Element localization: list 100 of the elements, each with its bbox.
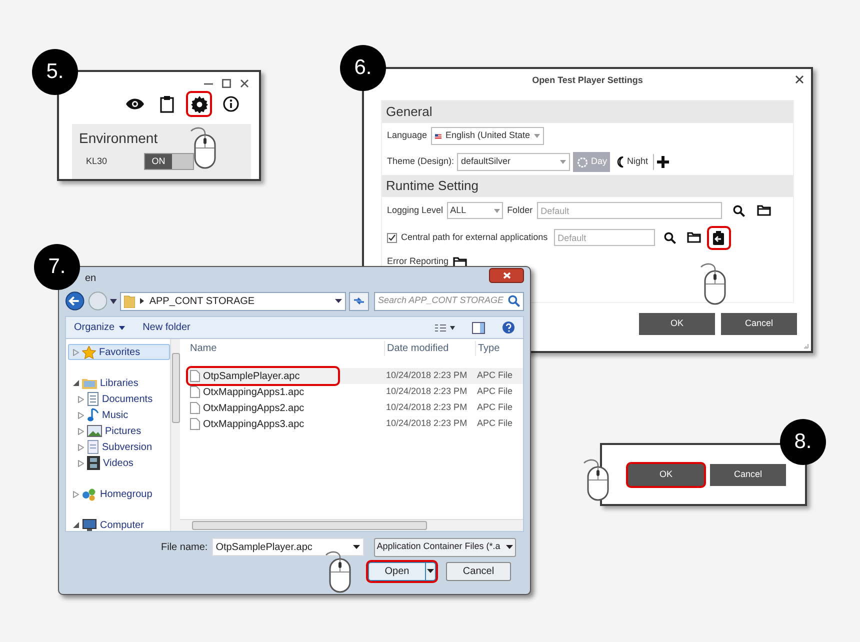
- dropdown-caret-icon: [352, 545, 360, 549]
- field-label: Language: [387, 129, 428, 142]
- folder-icon[interactable]: [756, 205, 771, 216]
- nav-item[interactable]: Homegroup: [68, 486, 170, 502]
- document-icon: [87, 440, 99, 454]
- help-icon[interactable]: [502, 321, 515, 334]
- dialog-title: Open Test Player Settings: [532, 74, 643, 88]
- vertical-scrollbar[interactable]: [170, 339, 180, 531]
- file-name-field[interactable]: OtpSamplePlayer.apc: [212, 538, 364, 556]
- sun-icon: [576, 156, 590, 168]
- caret-icon: [118, 326, 125, 330]
- expanded-arrow-icon[interactable]: [73, 380, 79, 386]
- dropdown-caret-icon: [506, 545, 513, 549]
- collapsed-arrow-icon[interactable]: [78, 460, 84, 466]
- file-icon: [190, 386, 200, 398]
- moon-icon: [615, 156, 626, 168]
- dialog-button[interactable]: Cancel: [710, 464, 786, 486]
- checkbox-label: Central path for external applications: [401, 230, 548, 244]
- nav-item[interactable]: Subversion: [68, 439, 170, 455]
- step-badge: 8.: [780, 419, 826, 465]
- new-folder-button[interactable]: New folder: [142, 320, 190, 335]
- file-icon: [190, 402, 200, 414]
- nav-item[interactable]: Music: [68, 407, 170, 423]
- step-badge: 6.: [340, 45, 386, 91]
- maximize-icon[interactable]: [222, 79, 231, 88]
- dialog-title: en: [85, 272, 96, 286]
- night-button[interactable]: Night: [613, 152, 650, 172]
- close-button[interactable]: [489, 268, 524, 283]
- close-icon[interactable]: [795, 75, 804, 84]
- nav-item[interactable]: Libraries: [68, 375, 170, 391]
- computer-icon: [82, 518, 97, 531]
- back-button-icon[interactable]: [65, 291, 85, 311]
- central-path-field[interactable]: Default: [554, 229, 655, 246]
- import-button[interactable]: [708, 228, 729, 248]
- collapsed-arrow-icon[interactable]: [78, 412, 84, 418]
- nav-item[interactable]: Computer: [68, 517, 170, 531]
- star-icon: [82, 346, 96, 358]
- view-options-icon[interactable]: [435, 324, 455, 332]
- refresh-icon: [353, 296, 366, 306]
- film-icon: [87, 456, 100, 470]
- theme-dropdown[interactable]: defaultSilver: [457, 153, 570, 171]
- open-button[interactable]: Open: [368, 562, 436, 580]
- step-badge: 7.: [34, 244, 80, 290]
- field-label: Logging Level: [387, 204, 444, 217]
- search-icon[interactable]: [664, 232, 676, 244]
- clipboard-icon[interactable]: [160, 95, 174, 113]
- field-label: Theme (Design):: [387, 155, 454, 168]
- organize-menu[interactable]: Organize: [74, 320, 125, 335]
- file-row[interactable]: OtxMappingApps2.apc 10/24/2018 2:23 PM APC File: [188, 400, 523, 416]
- field-label: Folder: [507, 204, 533, 217]
- dropdown-caret-icon[interactable]: [110, 298, 118, 304]
- collapsed-arrow-icon[interactable]: [73, 490, 79, 498]
- file-row[interactable]: OtpSamplePlayer.apc 10/24/2018 2:23 PM APC File: [188, 368, 523, 384]
- expanded-arrow-icon[interactable]: [73, 522, 79, 528]
- resize-grip-icon[interactable]: [803, 343, 809, 349]
- plus-icon[interactable]: [657, 156, 670, 168]
- horizontal-scrollbar[interactable]: [180, 519, 523, 531]
- file-type-dropdown[interactable]: Application Container Files (*.a: [374, 538, 516, 556]
- flag-icon: [435, 132, 442, 140]
- logging-level-dropdown[interactable]: ALL: [447, 202, 504, 219]
- folder-field[interactable]: Default: [536, 202, 722, 219]
- folder-icon[interactable]: [686, 232, 701, 243]
- nav-item[interactable]: Documents: [68, 391, 170, 407]
- breadcrumb-arrow-icon: [140, 298, 144, 304]
- language-dropdown[interactable]: English (United State: [431, 127, 544, 145]
- nav-item[interactable]: Favorites: [68, 344, 170, 360]
- file-row[interactable]: OtxMappingApps3.apc 10/24/2018 2:23 PM APC File: [188, 416, 523, 432]
- checkbox[interactable]: [387, 232, 397, 242]
- close-icon: [502, 272, 510, 279]
- refresh-button[interactable]: [349, 292, 369, 310]
- field-label: File name:: [161, 540, 208, 554]
- network-icon: [82, 488, 97, 500]
- dialog-button[interactable]: Cancel: [721, 313, 797, 335]
- dialog-button[interactable]: OK: [639, 313, 715, 335]
- file-icon: [190, 370, 200, 382]
- step-badge: 5.: [32, 49, 78, 95]
- collapsed-arrow-icon[interactable]: [78, 444, 84, 450]
- eye-icon[interactable]: [126, 98, 144, 110]
- nav-item[interactable]: Videos: [68, 455, 170, 471]
- column-header[interactable]: Type: [475, 341, 500, 356]
- column-header[interactable]: Date modified: [384, 341, 475, 356]
- address-bar[interactable]: APP_CONT STORAGE: [120, 292, 346, 310]
- file-row[interactable]: OtxMappingApps1.apc 10/24/2018 2:23 PM APC File: [188, 384, 523, 400]
- collapsed-arrow-icon[interactable]: [78, 428, 84, 434]
- nav-item[interactable]: Pictures: [68, 423, 170, 439]
- dropdown-caret-icon: [335, 299, 342, 303]
- cancel-button[interactable]: Cancel: [446, 562, 511, 580]
- close-icon[interactable]: [240, 79, 249, 88]
- section-title: Environment: [79, 129, 158, 147]
- dialog-button[interactable]: OK: [628, 464, 704, 486]
- collapsed-arrow-icon[interactable]: [78, 396, 84, 402]
- folder-icon: [124, 294, 136, 308]
- column-header[interactable]: Name: [188, 341, 384, 356]
- toggle-switch[interactable]: ON: [144, 153, 194, 170]
- search-icon[interactable]: [732, 204, 745, 216]
- file-icon: [190, 418, 200, 430]
- search-field[interactable]: Search APP_CONT STORAGE: [374, 292, 524, 310]
- preview-pane-icon[interactable]: [472, 322, 485, 334]
- dropdown-caret-icon: [560, 160, 566, 164]
- music-note-icon: [87, 408, 99, 422]
